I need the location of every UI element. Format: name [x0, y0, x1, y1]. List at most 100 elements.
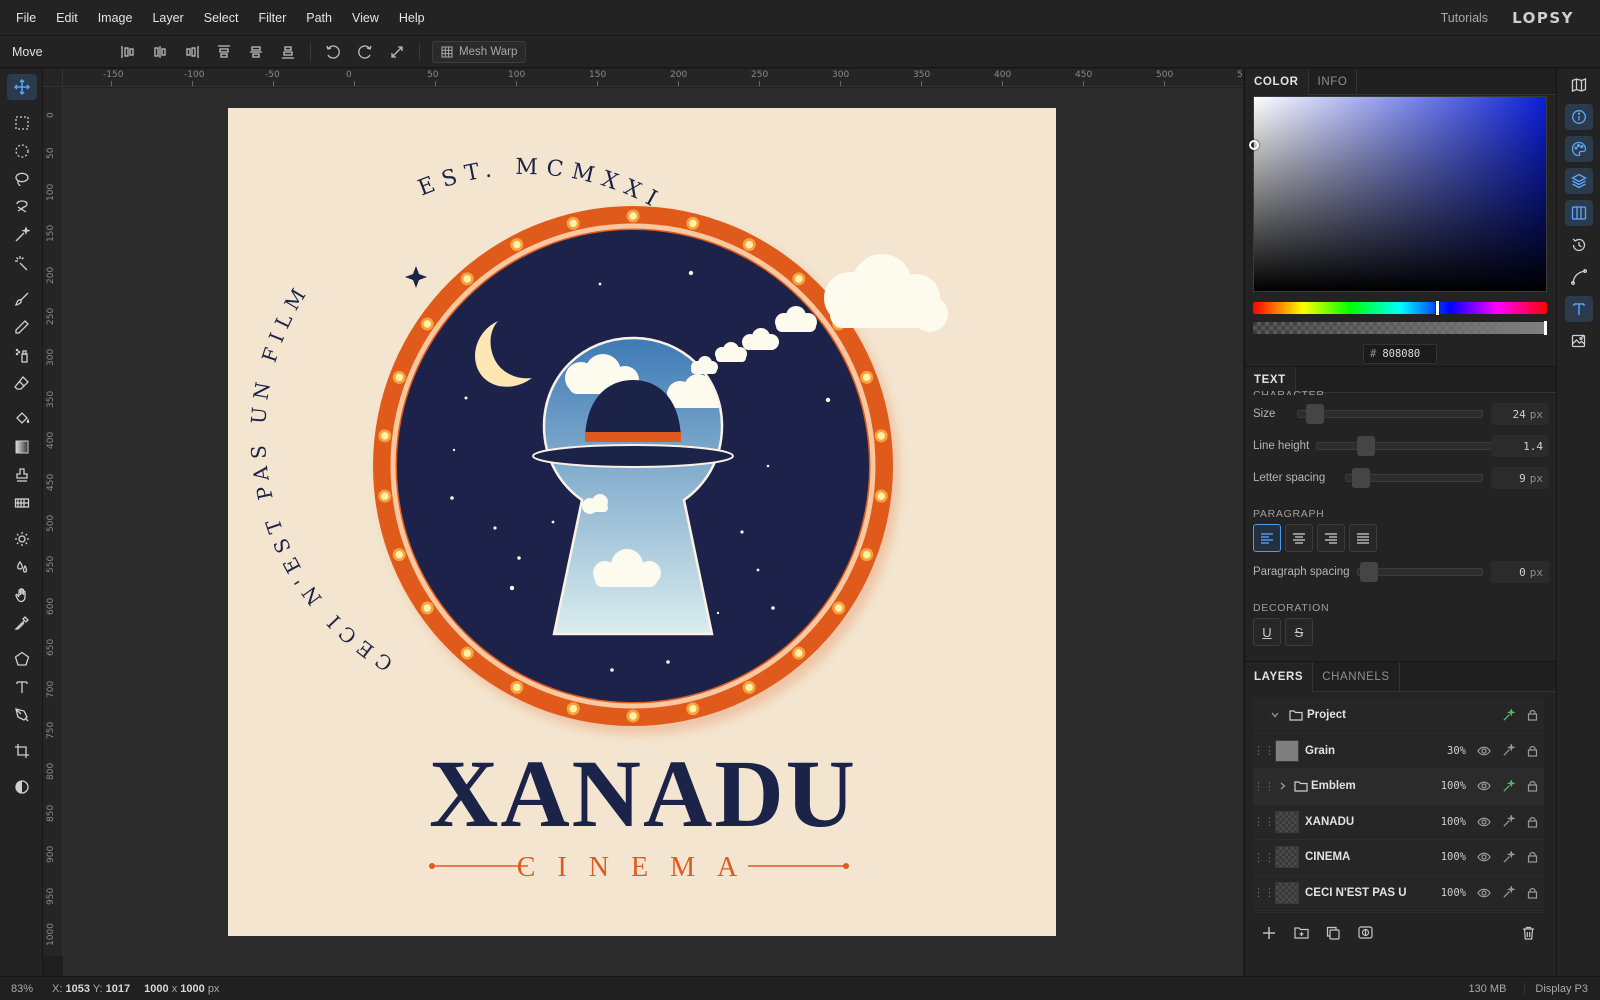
navigator-button[interactable]	[1557, 69, 1600, 101]
history-panel-button[interactable]	[1557, 229, 1600, 261]
rotate-ccw-icon[interactable]	[317, 36, 349, 68]
lock-icon[interactable]	[1520, 709, 1544, 721]
channels-panel-button[interactable]	[1557, 197, 1600, 229]
vertical-ruler[interactable]: 0 50 100 150 200 250 300 350 400 450 500 550 600 650 7…	[43, 87, 63, 956]
lock-icon[interactable]	[1520, 816, 1544, 828]
effects-icon[interactable]	[1496, 815, 1520, 828]
layers-panel-button[interactable]	[1557, 165, 1600, 197]
layer-opacity[interactable]: 100%	[1430, 851, 1466, 863]
letter-spacing-input[interactable]: 9 px	[1491, 467, 1549, 489]
layer-row-project[interactable]: Project	[1253, 698, 1544, 734]
layer-row-xanadu[interactable]: ⋮⋮ XANADU 100%	[1253, 804, 1544, 840]
crop-tool[interactable]	[0, 737, 43, 765]
align-center-h-icon[interactable]	[144, 36, 176, 68]
letter-spacing-slider[interactable]	[1345, 468, 1483, 488]
text-panel-button[interactable]	[1557, 293, 1600, 325]
effects-icon[interactable]	[1496, 779, 1520, 793]
menu-layer[interactable]: Layer	[142, 0, 193, 36]
move-tool[interactable]	[0, 73, 43, 101]
eyedropper-tool[interactable]	[0, 609, 43, 637]
layer-opacity[interactable]: 100%	[1430, 816, 1466, 828]
tab-layers[interactable]: LAYERS	[1245, 662, 1314, 692]
mesh-warp-button[interactable]: Mesh Warp	[432, 40, 527, 63]
chevron-right-icon[interactable]	[1275, 781, 1291, 791]
size-slider[interactable]	[1297, 404, 1483, 424]
menu-edit[interactable]: Edit	[46, 0, 88, 36]
letter-spacing-thumb[interactable]	[1352, 468, 1370, 488]
rotate-cw-icon[interactable]	[349, 36, 381, 68]
text-tool[interactable]	[0, 673, 43, 701]
lasso-tool[interactable]	[0, 165, 43, 193]
eye-icon[interactable]	[1472, 746, 1496, 756]
dodge-tool[interactable]	[0, 525, 43, 553]
adjust-tool[interactable]	[0, 773, 43, 801]
align-text-justify-button[interactable]	[1349, 524, 1377, 552]
lock-icon[interactable]	[1520, 745, 1544, 757]
pencil-tool[interactable]	[0, 313, 43, 341]
underline-button[interactable]: U	[1253, 618, 1281, 646]
color-panel-button[interactable]	[1557, 133, 1600, 165]
drag-handle-icon[interactable]: ⋮⋮	[1253, 744, 1275, 757]
mask-button[interactable]	[1349, 917, 1381, 949]
layer-row-grain[interactable]: ⋮⋮ Grain 30%	[1253, 733, 1544, 769]
size-thumb[interactable]	[1306, 404, 1324, 424]
adjustments-panel-button[interactable]	[1557, 325, 1600, 357]
drag-handle-icon[interactable]: ⋮⋮	[1253, 886, 1275, 899]
layer-opacity[interactable]: 100%	[1430, 780, 1466, 792]
paragraph-spacing-thumb[interactable]	[1360, 562, 1378, 582]
alpha-handle[interactable]	[1544, 321, 1547, 335]
brush-tool[interactable]	[0, 285, 43, 313]
layer-row-cinema[interactable]: ⋮⋮ CINEMA 100%	[1253, 840, 1544, 876]
size-input[interactable]: 24 px	[1491, 403, 1549, 425]
smudge-tool[interactable]	[0, 581, 43, 609]
line-height-slider[interactable]	[1316, 436, 1498, 456]
lock-icon[interactable]	[1520, 851, 1544, 863]
paragraph-spacing-input[interactable]: 0 px	[1491, 561, 1549, 583]
line-height-thumb[interactable]	[1357, 436, 1375, 456]
hue-slider[interactable]	[1253, 301, 1547, 315]
menu-filter[interactable]: Filter	[248, 0, 296, 36]
layer-opacity[interactable]: 30%	[1430, 745, 1466, 757]
menu-file[interactable]: File	[6, 0, 46, 36]
layer-row-emblem[interactable]: ⋮⋮ Emblem 100%	[1253, 769, 1544, 805]
drag-handle-icon[interactable]: ⋮⋮	[1253, 780, 1275, 793]
info-panel-button[interactable]	[1557, 101, 1600, 133]
menu-help[interactable]: Help	[389, 0, 435, 36]
hue-handle[interactable]	[1436, 301, 1440, 315]
saturation-value-picker[interactable]	[1249, 96, 1547, 292]
quick-select-tool[interactable]	[0, 249, 43, 277]
effects-icon[interactable]	[1496, 886, 1520, 899]
align-right-icon[interactable]	[176, 36, 208, 68]
align-middle-v-icon[interactable]	[240, 36, 272, 68]
add-layer-button[interactable]	[1253, 917, 1285, 949]
tab-color[interactable]: COLOR	[1245, 69, 1309, 95]
horizontal-ruler[interactable]: -150 -100 -50 0 50 100 150 200 250 300 350 400 450 50…	[63, 69, 1243, 87]
ellipse-select-tool[interactable]	[0, 137, 43, 165]
eye-icon[interactable]	[1472, 852, 1496, 862]
tab-info[interactable]: INFO	[1309, 69, 1358, 95]
fit-icon[interactable]	[381, 36, 413, 68]
align-top-icon[interactable]	[208, 36, 240, 68]
magic-wand-tool[interactable]	[0, 221, 43, 249]
paths-panel-button[interactable]	[1557, 261, 1600, 293]
spray-tool[interactable]	[0, 341, 43, 369]
tutorials-link[interactable]: Tutorials	[1441, 11, 1488, 25]
lock-icon[interactable]	[1520, 887, 1544, 899]
rect-select-tool[interactable]	[0, 109, 43, 137]
lock-icon[interactable]	[1520, 780, 1544, 792]
color-profile[interactable]: Display P3	[1524, 982, 1600, 995]
sv-handle[interactable]	[1249, 140, 1259, 150]
drag-handle-icon[interactable]: ⋮⋮	[1253, 851, 1275, 864]
eraser-tool[interactable]	[0, 369, 43, 397]
eye-icon[interactable]	[1472, 781, 1496, 791]
alpha-slider[interactable]	[1253, 321, 1547, 335]
tab-channels[interactable]: CHANNELS	[1313, 662, 1400, 692]
layer-row-ceci[interactable]: ⋮⋮ CECI N'EST PAS U 100%	[1253, 875, 1544, 911]
zoom-level[interactable]: 83%	[0, 983, 46, 995]
layer-opacity[interactable]: 100%	[1430, 887, 1466, 899]
pattern-tool[interactable]	[0, 489, 43, 517]
eye-icon[interactable]	[1472, 817, 1496, 827]
paragraph-spacing-slider[interactable]	[1357, 562, 1483, 582]
eye-icon[interactable]	[1472, 888, 1496, 898]
drag-handle-icon[interactable]: ⋮⋮	[1253, 815, 1275, 828]
